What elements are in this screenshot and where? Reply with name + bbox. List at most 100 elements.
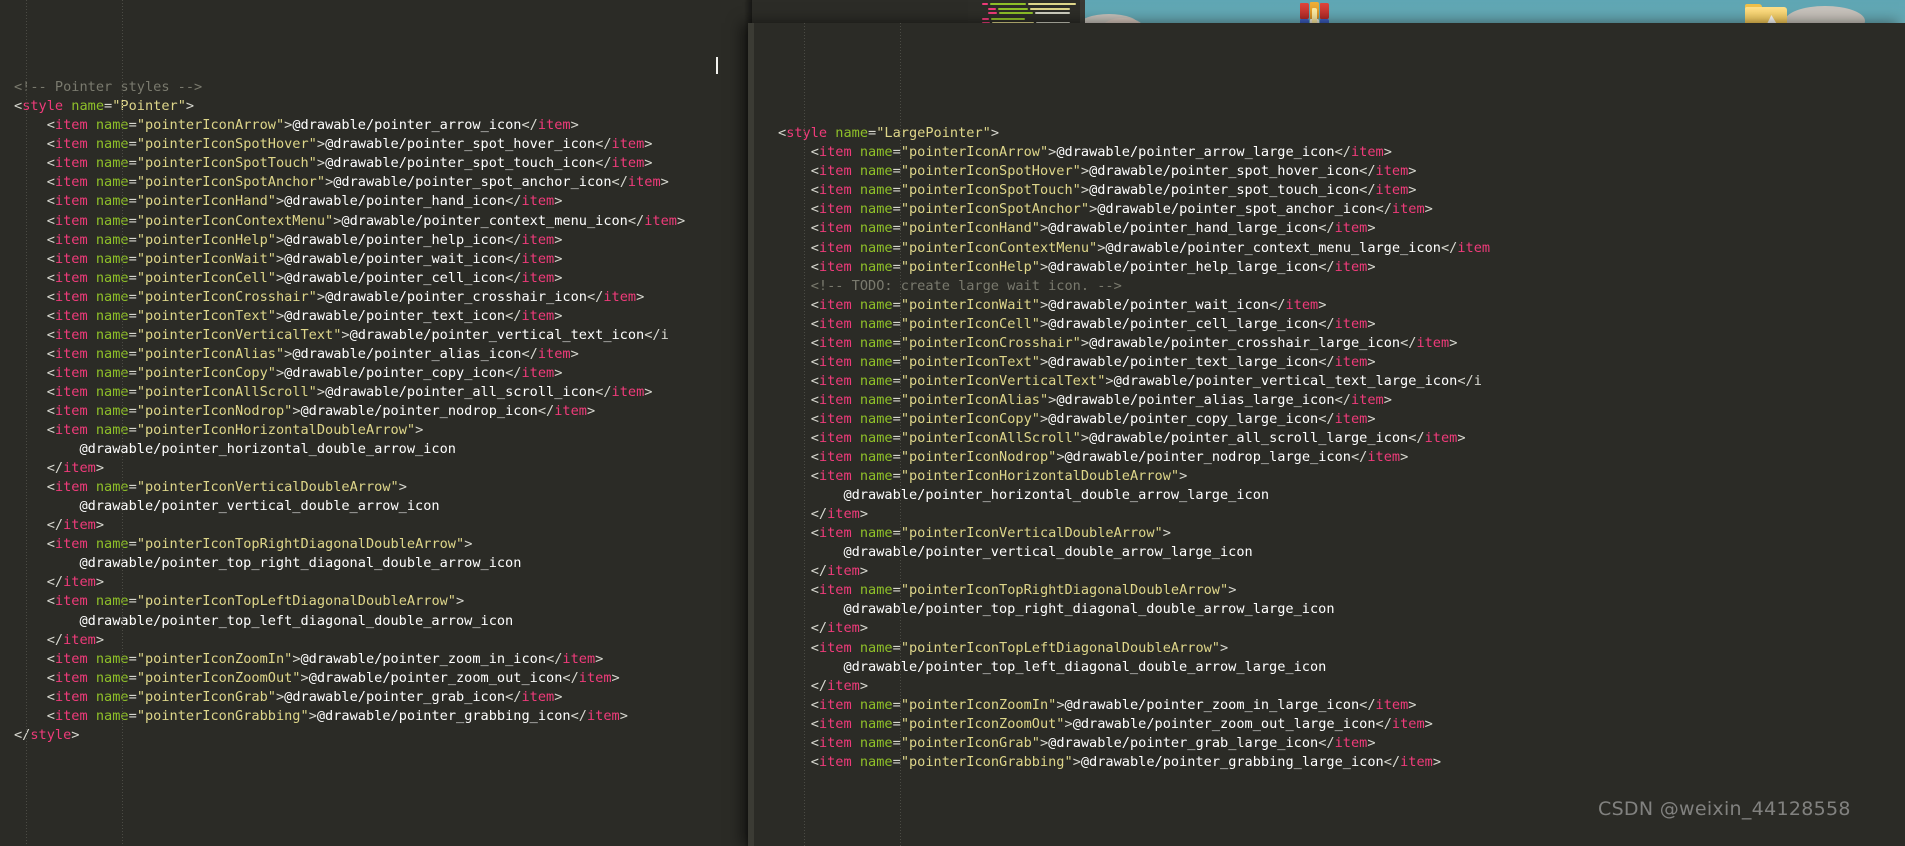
code-token-punc: > — [1424, 201, 1433, 218]
code-token-eq: = — [128, 345, 137, 362]
code-token-tag: item — [537, 345, 571, 362]
code-token-punc: > — [859, 506, 869, 523]
code-token-text: @drawable/pointer_grabbing_large_icon — [1080, 753, 1384, 770]
code-token-tag: item — [1375, 182, 1409, 199]
code-token-punc: > — [554, 307, 563, 324]
code-token-tag: item — [54, 364, 88, 381]
code-token-punc: > — [95, 574, 105, 591]
code-token-punc: < — [46, 707, 55, 724]
large-pointer-styles-editor[interactable]: <style name="LargePointer"> <item name="… — [748, 23, 1905, 846]
code-token-val: "pointerIconSpotTouch" — [136, 155, 317, 172]
code-token-attr: name — [95, 155, 129, 172]
code-token-val: "pointerIconGrabbing" — [136, 707, 309, 724]
code-token-attr: name — [859, 429, 893, 446]
pointer-styles-code[interactable]: <!-- Pointer styles --> <style name="Poin… — [14, 78, 752, 745]
code-token-punc: > — [1408, 182, 1417, 199]
code-token-val: "pointerIconArrow" — [136, 117, 285, 134]
code-token-attr: name — [859, 258, 893, 275]
code-token-eq: = — [128, 117, 137, 134]
code-token-punc: > — [570, 117, 579, 134]
code-token-attr: name — [71, 98, 105, 115]
code-token-val: "pointerIconWait" — [136, 250, 276, 267]
indent-guide — [900, 23, 901, 846]
code-token-punc: > — [1056, 449, 1065, 466]
code-token-punc: > — [316, 136, 326, 153]
code-token-text: @drawable/pointer_zoom_in_icon — [300, 650, 547, 667]
code-token-punc: > — [1424, 715, 1433, 732]
code-token-punc: > — [1408, 163, 1417, 180]
code-token-attr: name — [859, 715, 893, 732]
code-token-punc: > — [292, 650, 301, 667]
code-line: <item name="pointerIconHorizontalDoubleA… — [778, 467, 1905, 486]
code-line: </item> — [778, 562, 1905, 581]
code-token-text: @drawable/pointer_help_icon — [284, 231, 506, 248]
code-token-punc: > — [1039, 734, 1049, 751]
code-token-punc: < — [46, 536, 55, 553]
code-line: <item name="pointerIconZoomIn">@drawable… — [778, 696, 1905, 715]
code-token-attr: name — [95, 402, 129, 419]
code-token-text: @drawable/pointer_hand_icon — [284, 193, 506, 210]
code-token-punc: > — [71, 726, 80, 743]
code-token-tag: item — [818, 334, 852, 351]
code-token-punc: > — [644, 155, 653, 172]
code-token-punc: > — [1383, 144, 1392, 161]
code-token-eq: = — [128, 402, 137, 419]
code-token-punc: < — [46, 193, 55, 210]
code-token-punc: </ — [1359, 182, 1376, 199]
code-line: @drawable/pointer_top_right_diagonal_dou… — [778, 600, 1905, 619]
code-token-punc: < — [810, 144, 819, 161]
code-token-val: "pointerIconAllScroll" — [900, 429, 1081, 446]
code-token-punc: </ — [505, 307, 522, 324]
code-token-punc: < — [46, 231, 55, 248]
code-line: <item name="pointerIconGrabbing">@drawab… — [14, 707, 752, 726]
code-token-tag: item — [63, 631, 96, 648]
code-line: <item name="pointerIconCell">@drawable/p… — [778, 315, 1905, 334]
code-token-tag: item — [818, 315, 852, 332]
code-token-text: @drawable/pointer_hand_large_icon — [1048, 220, 1319, 237]
code-token-punc: </ — [1318, 315, 1335, 332]
code-token-punc: < — [46, 155, 55, 172]
code-token-attr: name — [95, 212, 129, 229]
code-line: <item name="pointerIconNodrop">@drawable… — [778, 448, 1905, 467]
code-token-text: @drawable/pointer_crosshair_large_icon — [1089, 334, 1401, 351]
editor-gutter — [748, 23, 754, 846]
code-token-tag: item — [1457, 239, 1491, 256]
large-pointer-styles-code[interactable]: <style name="LargePointer"> <item name="… — [778, 124, 1905, 772]
code-token-punc: > — [1080, 429, 1090, 446]
code-line: <item name="pointerIconSpotAnchor">@draw… — [14, 173, 752, 192]
code-token-punc: > — [275, 307, 285, 324]
code-token-punc: </ — [1383, 753, 1401, 770]
code-token-punc: > — [677, 212, 686, 229]
code-token-punc: > — [570, 345, 579, 362]
code-token-val: "pointerIconArrow" — [900, 144, 1049, 161]
code-token-val: "pointerIconAllScroll" — [136, 383, 317, 400]
code-token-punc: < — [810, 353, 819, 370]
code-token-punc: </ — [586, 288, 604, 305]
code-token-eq: = — [104, 98, 113, 115]
code-token-punc: > — [660, 174, 669, 191]
code-token-tag: item — [611, 136, 645, 153]
code-token-attr: name — [95, 269, 129, 286]
code-token-attr: name — [95, 117, 129, 134]
code-token-tag: item — [818, 353, 852, 370]
pointer-styles-editor[interactable]: <!-- Pointer styles --> <style name="Poin… — [0, 0, 752, 846]
code-token-punc: </ — [505, 193, 522, 210]
code-line: <item name="pointerIconSpotTouch">@drawa… — [14, 154, 752, 173]
code-line: <item name="pointerIconSpotTouch">@drawa… — [778, 181, 1905, 200]
code-token-punc: > — [1039, 296, 1049, 313]
code-token-punc: > — [275, 193, 285, 210]
code-token-punc: > — [316, 155, 326, 172]
code-token-punc: </ — [1375, 715, 1392, 732]
code-token-punc: > — [1105, 372, 1114, 389]
code-line: <item name="pointerIconZoomIn">@drawable… — [14, 650, 752, 669]
code-token-attr: name — [835, 125, 869, 142]
code-token-text: @drawable/pointer_zoom_in_large_icon — [1064, 696, 1360, 713]
text-caret — [716, 57, 718, 74]
